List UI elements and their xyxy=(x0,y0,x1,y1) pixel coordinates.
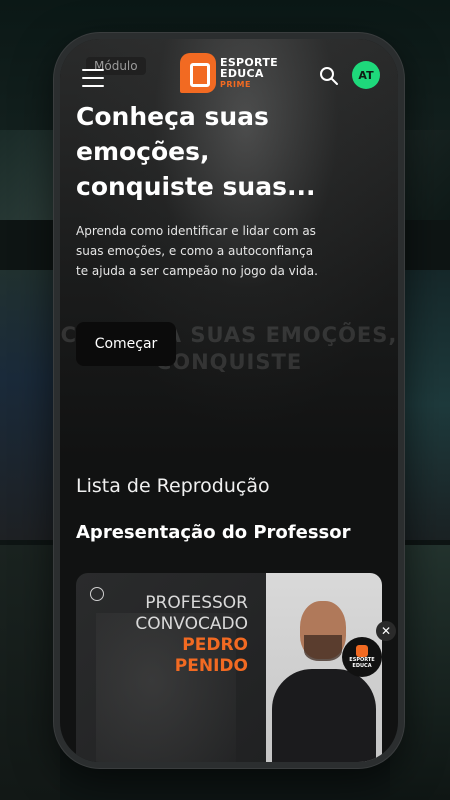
card-line-1: PROFESSOR xyxy=(145,593,248,613)
card-line-3: PEDRO PENIDO xyxy=(174,635,248,676)
brand-logo[interactable]: ESPORTE EDUCA PRIME xyxy=(180,53,278,93)
card-line-2: CONVOCADO xyxy=(135,614,248,634)
logo-mark-icon xyxy=(180,53,216,93)
playlist-subheading: Apresentação do Professor xyxy=(76,522,351,543)
logo-text: ESPORTE EDUCA PRIME xyxy=(220,57,278,90)
background-tile xyxy=(0,545,60,800)
phone-frame: CONHEÇA SUAS EMOÇÕES, CONQUISTE Módulo E… xyxy=(54,33,404,768)
logo-line-3: PRIME xyxy=(220,79,251,89)
search-icon[interactable] xyxy=(319,66,339,86)
user-avatar[interactable]: AT xyxy=(352,61,380,89)
badge-logo-icon xyxy=(356,645,368,657)
brand-badge: ESPORTE EDUCA xyxy=(342,637,382,677)
card-caption: PROFESSOR CONVOCADO PEDRO PENIDO xyxy=(106,593,248,677)
start-button[interactable]: Começar xyxy=(76,322,176,366)
person-beard xyxy=(304,635,342,661)
hamburger-menu-icon[interactable] xyxy=(82,69,104,87)
person-shirt xyxy=(272,669,376,762)
select-radio[interactable] xyxy=(90,587,104,601)
app-screen: CONHEÇA SUAS EMOÇÕES, CONQUISTE Módulo E… xyxy=(60,39,398,762)
logo-line-2: EDUCA xyxy=(220,66,264,80)
video-card[interactable]: PROFESSOR CONVOCADO PEDRO PENIDO ESPORTE… xyxy=(76,573,382,762)
close-icon[interactable]: ✕ xyxy=(376,621,396,641)
badge-line-2: EDUCA xyxy=(352,663,372,669)
logo-line-1: ESPORTE xyxy=(220,55,278,69)
hero-description: Aprenda como identificar e lidar com as … xyxy=(76,224,318,278)
hero-title: Conheça suas emoções, conquiste suas... xyxy=(76,102,316,201)
playlist-heading: Lista de Reprodução xyxy=(76,475,270,497)
